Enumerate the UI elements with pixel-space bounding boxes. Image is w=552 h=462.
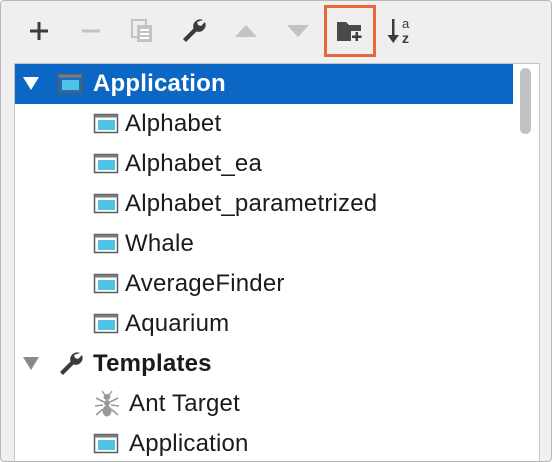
tree-group-templates[interactable]: Templates [15,344,513,384]
move-up-icon [235,25,257,37]
application-config-icon [93,233,119,254]
remove-icon [82,29,100,33]
application-config-icon [93,433,119,454]
copy-icon [131,19,152,42]
configurations-tree[interactable]: Application Alphabet Alphabet_ea Alphabe… [14,63,540,461]
tree-item-label: Alphabet_parametrized [125,190,378,217]
wrench-icon [60,352,83,375]
sort-label-a: a [402,16,410,31]
application-config-icon [93,193,119,214]
move-down-button[interactable] [272,5,324,57]
application-config-icon [93,153,119,174]
tree-item-alphabet[interactable]: Alphabet [15,104,513,144]
vertical-scrollbar[interactable] [513,64,539,461]
expanded-arrow-icon[interactable] [22,355,40,373]
tree-item-ant-target[interactable]: Ant Target [15,384,513,424]
tree-item-label: Alphabet [125,110,222,137]
application-config-icon [93,273,119,294]
remove-button[interactable] [65,5,117,57]
sort-alphabetically-icon: a z [387,16,410,46]
sort-alphabetically-button[interactable]: a z [376,5,428,57]
add-button[interactable] [13,5,65,57]
tree-item-alphabet-ea[interactable]: Alphabet_ea [15,144,513,184]
tree-item-label: Ant Target [129,390,240,417]
tree-item-label: Alphabet_ea [125,150,262,177]
tree-item-aquarium[interactable]: Aquarium [15,304,513,344]
new-folder-icon [337,22,362,42]
run-configurations-panel: a z Application Alphabet Alphabet_ea Alp… [0,0,552,462]
tree-label-templates: Templates [93,350,212,377]
tree-group-application[interactable]: Application [15,64,513,104]
expanded-arrow-icon[interactable] [22,75,40,93]
tree-item-label: Whale [125,230,195,257]
tree-item-label: Aquarium [125,310,230,337]
toolbar: a z [1,1,551,65]
wrench-icon [183,19,206,42]
tree-item-label: Application [129,430,249,457]
new-folder-button[interactable] [324,5,376,57]
scrollbar-thumb[interactable] [520,68,531,134]
tree-item-averagefinder[interactable]: AverageFinder [15,264,513,304]
edit-templates-button[interactable] [168,5,220,57]
tree-item-label: AverageFinder [125,270,285,297]
tree-item-application-template[interactable]: Application [15,424,513,461]
ant-icon [94,390,120,417]
add-icon [30,22,48,40]
copy-button[interactable] [116,5,168,57]
tree-label-application: Application [93,70,226,97]
application-config-icon [93,113,119,134]
application-config-icon [93,313,119,334]
tree-item-whale[interactable]: Whale [15,224,513,264]
sort-label-z: z [402,30,409,46]
move-up-button[interactable] [220,5,272,57]
application-config-icon [57,73,83,94]
tree-item-alphabet-parametrized[interactable]: Alphabet_parametrized [15,184,513,224]
move-down-icon [287,25,309,37]
